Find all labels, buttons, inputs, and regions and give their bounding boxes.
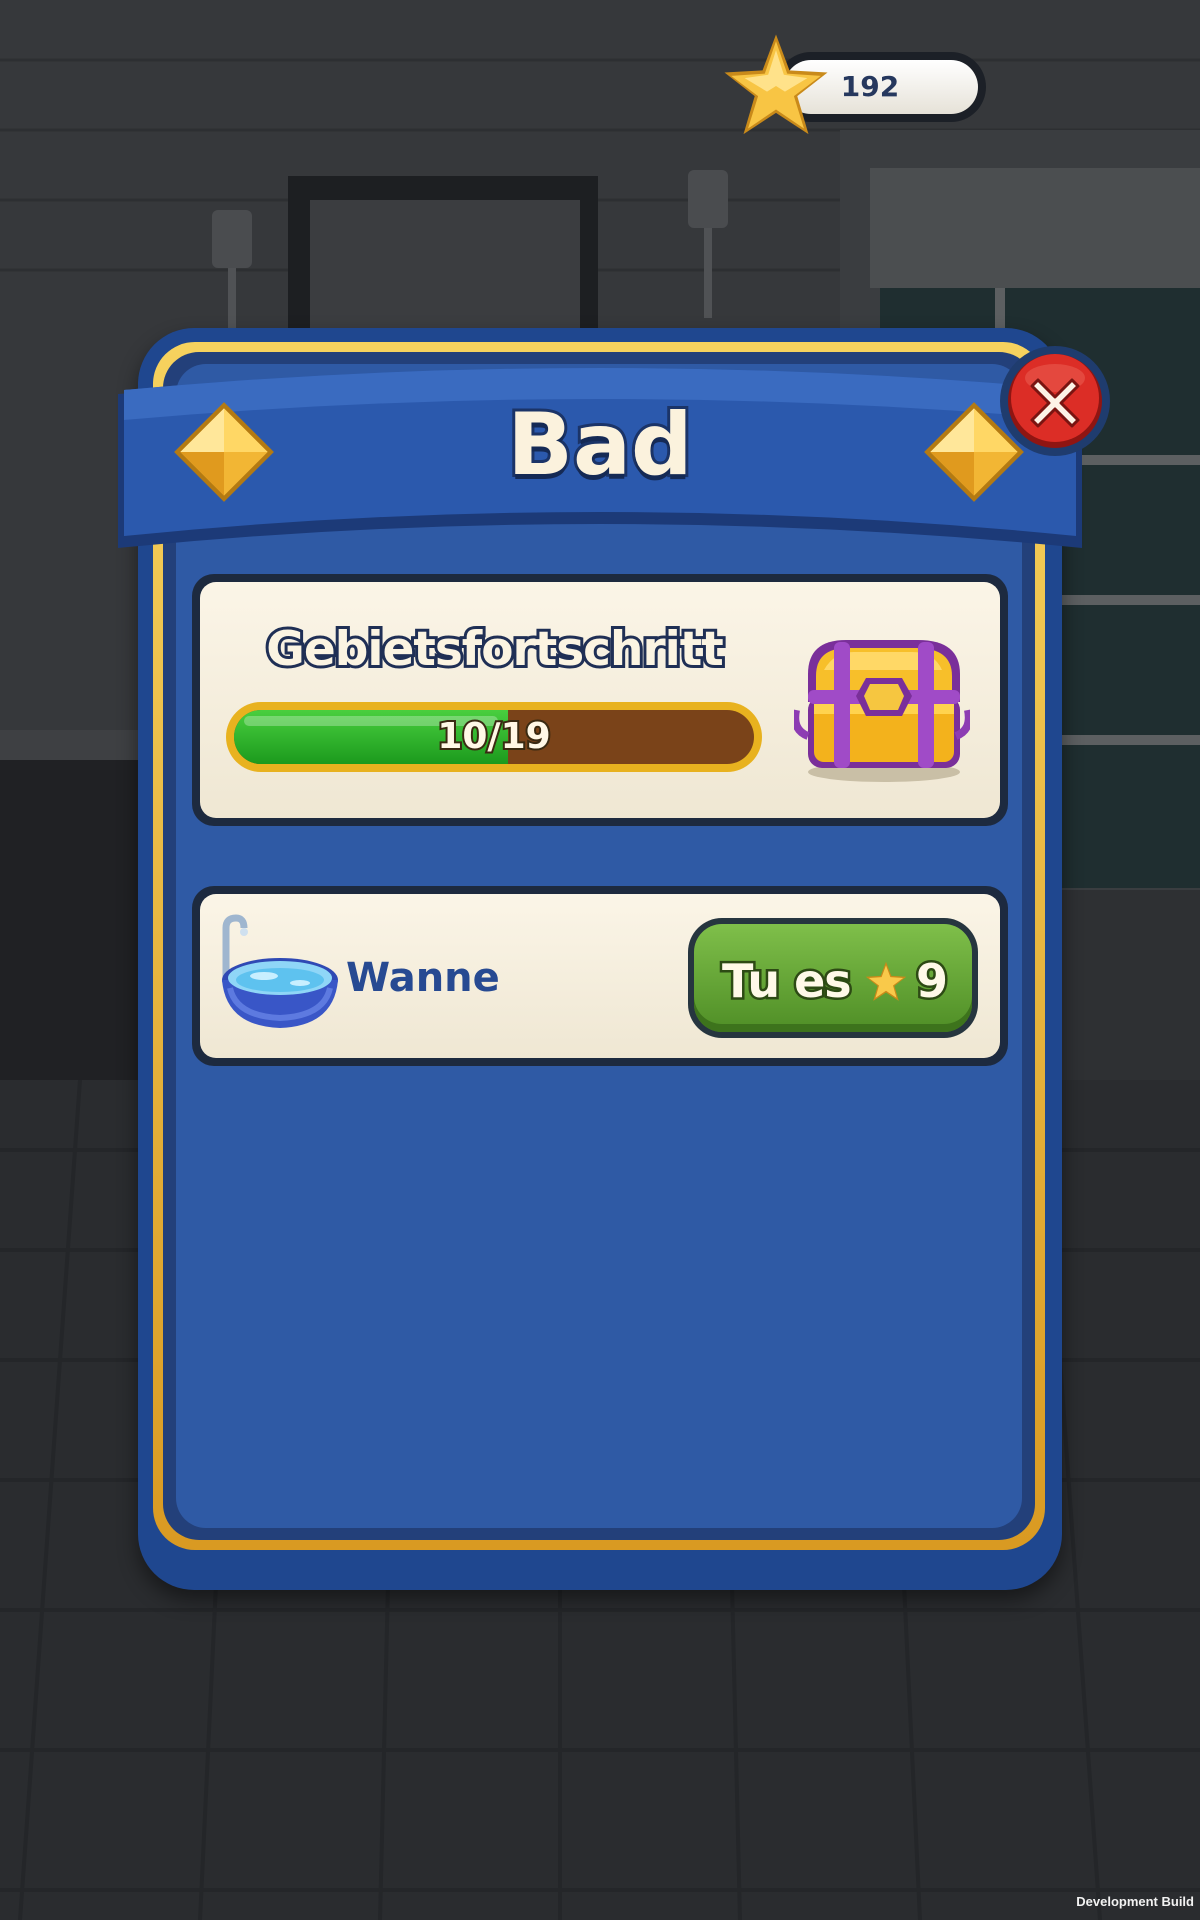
star-icon <box>865 961 907 1001</box>
area-progress-title: Gebietsfortschritt <box>263 619 726 680</box>
bathtub-icon <box>222 914 338 1028</box>
panel-title: Bad <box>504 392 695 498</box>
gold-gem-icon <box>174 402 274 502</box>
do-it-cost: 9 <box>913 952 950 1011</box>
do-it-button-label: Tu es <box>720 952 855 1011</box>
star-icon <box>724 34 828 135</box>
development-build-label: Development Build <box>1076 1894 1194 1909</box>
star-counter: 192 <box>720 30 990 140</box>
close-button[interactable] <box>998 344 1112 458</box>
do-it-button[interactable]: Tu es 9 <box>688 918 978 1038</box>
treasure-chest-icon[interactable] <box>794 630 970 786</box>
task-label: Wanne <box>346 955 500 1001</box>
area-progress-text: 10/19 <box>435 714 552 759</box>
do-it-button-face: Tu es 9 <box>694 924 972 1032</box>
